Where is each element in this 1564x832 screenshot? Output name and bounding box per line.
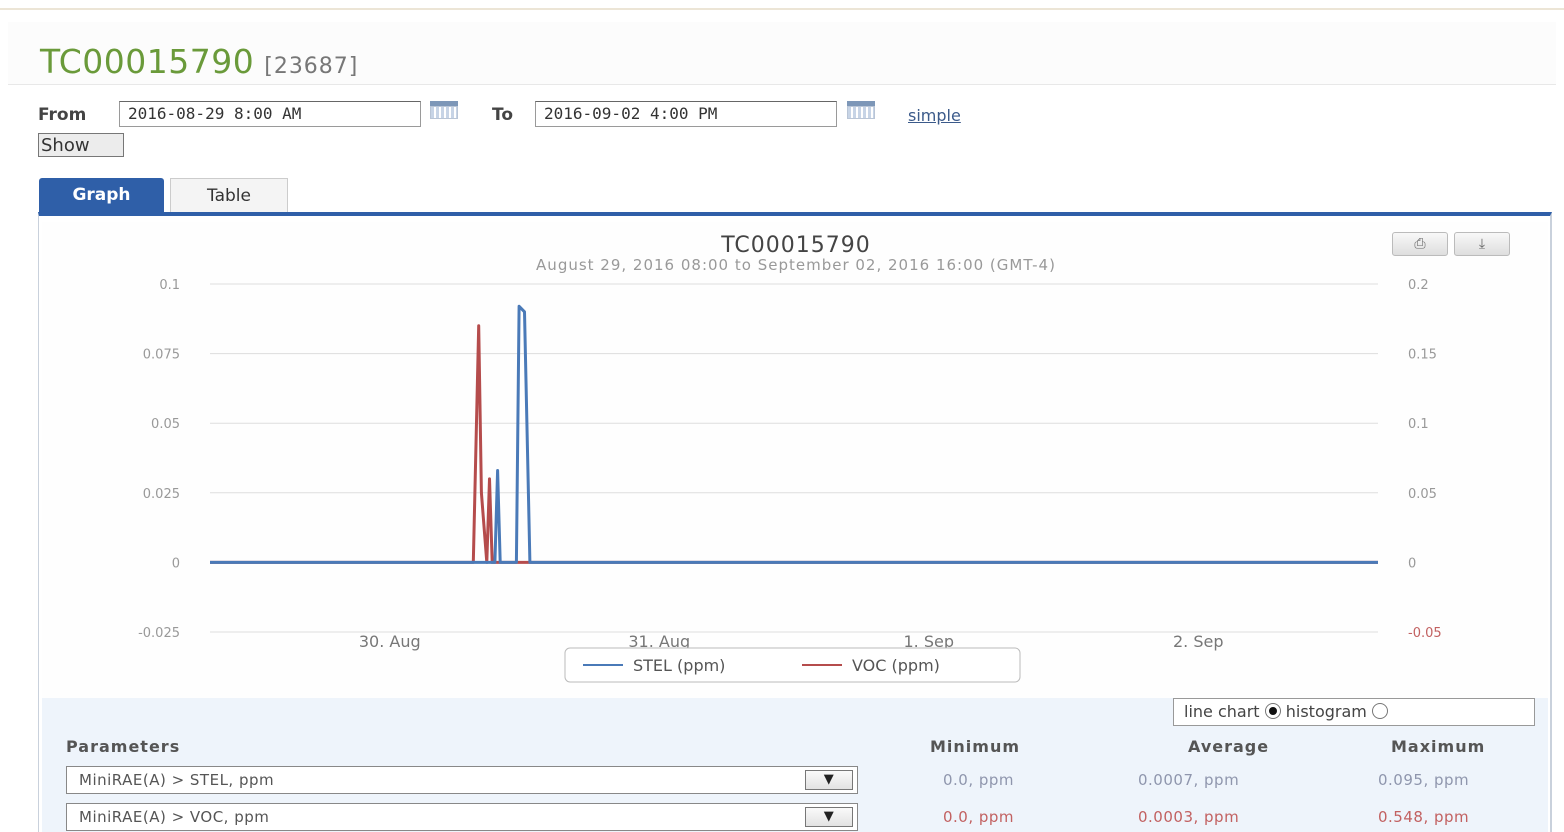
chart-title: TC00015790 <box>720 233 871 258</box>
y-right-tick-label: -0.05 <box>1408 626 1442 641</box>
device-id: [23687] <box>264 54 359 79</box>
calendar-icon[interactable] <box>430 101 458 119</box>
parameter-select-voc[interactable]: MiniRAE(A) > VOC, ppm ▼ <box>66 803 858 831</box>
stel-max: 0.095, ppm <box>1378 771 1470 789</box>
show-button[interactable]: Show <box>38 133 124 157</box>
x-tick-label: 2. Sep <box>1173 632 1224 651</box>
line-chart: TC00015790 August 29, 2016 08:00 to Sept… <box>138 233 1442 683</box>
series-line-stel <box>210 304 1378 564</box>
histogram-radio[interactable] <box>1371 703 1388 719</box>
stel-avg: 0.0007, ppm <box>1138 771 1240 789</box>
chevron-down-icon[interactable]: ▼ <box>805 807 853 827</box>
parameters-header: Parameters <box>66 737 181 756</box>
printer-icon: ⎙ <box>1414 236 1426 252</box>
from-date-input[interactable]: 2016-08-29 8:00 AM <box>119 101 421 127</box>
download-button[interactable]: ⤓ <box>1454 232 1510 256</box>
download-icon: ⤓ <box>1478 236 1486 252</box>
y-left-tick-label: 0.05 <box>151 417 180 432</box>
y-left-tick-label: 0.075 <box>143 348 180 363</box>
chart-area: TC00015790 August 29, 2016 08:00 to Sept… <box>42 222 1548 698</box>
y-left-tick-label: 0.1 <box>159 278 180 293</box>
calendar-icon[interactable] <box>847 101 875 119</box>
y-axis-left: 0.1 0.075 0.05 0.025 0 -0.025 <box>138 278 180 641</box>
y-right-tick-label: 0.15 <box>1408 348 1437 363</box>
stel-min: 0.0, ppm <box>943 771 1015 789</box>
from-label: From <box>38 105 87 125</box>
y-axis-right: 0.2 0.15 0.1 0.05 0 -0.05 <box>1408 278 1442 641</box>
page-title: TC00015790 [23687] <box>40 42 358 81</box>
grid-lines <box>210 283 1378 633</box>
y-left-tick-label: -0.025 <box>138 626 180 641</box>
minimum-header: Minimum <box>930 737 1021 756</box>
top-rule <box>0 8 1564 10</box>
histogram-label: histogram <box>1285 702 1367 721</box>
y-right-tick-label: 0.05 <box>1408 487 1437 502</box>
chart-subtitle: August 29, 2016 08:00 to September 02, 2… <box>536 256 1056 274</box>
chevron-down-icon[interactable]: ▼ <box>805 770 853 790</box>
y-right-tick-label: 0 <box>1408 556 1416 571</box>
parameter-value: MiniRAE(A) > VOC, ppm <box>79 808 270 826</box>
y-right-tick-label: 0.2 <box>1408 278 1429 293</box>
voc-min: 0.0, ppm <box>943 808 1015 826</box>
chart-type-selector: line chart histogram <box>1173 698 1535 726</box>
maximum-header: Maximum <box>1391 737 1486 756</box>
x-tick-label: 30. Aug <box>359 632 421 651</box>
to-label: To <box>492 105 514 125</box>
parameter-value: MiniRAE(A) > STEL, ppm <box>79 771 275 789</box>
print-button[interactable]: ⎙ <box>1392 232 1448 256</box>
chart-legend[interactable]: STEL (ppm) VOC (ppm) <box>564 647 1021 683</box>
average-header: Average <box>1188 737 1270 756</box>
simple-link[interactable]: simple <box>908 106 961 125</box>
series-line-voc <box>210 324 1378 564</box>
voc-max: 0.548, ppm <box>1378 808 1470 826</box>
to-date-input[interactable]: 2016-09-02 4:00 PM <box>535 101 837 127</box>
legend-item-stel[interactable]: STEL (ppm) <box>633 656 725 675</box>
line-chart-radio[interactable] <box>1264 703 1281 719</box>
y-left-tick-label: 0.025 <box>143 487 180 502</box>
voc-avg: 0.0003, ppm <box>1138 808 1240 826</box>
tab-table[interactable]: Table <box>170 178 288 212</box>
device-title: TC00015790 <box>40 42 255 81</box>
header-divider <box>8 84 1556 85</box>
chart-series <box>210 304 1378 564</box>
tab-graph[interactable]: Graph <box>39 178 164 212</box>
legend-item-voc[interactable]: VOC (ppm) <box>852 656 940 675</box>
y-left-tick-label: 0 <box>172 556 180 571</box>
parameter-select-stel[interactable]: MiniRAE(A) > STEL, ppm ▼ <box>66 766 858 794</box>
line-chart-label: line chart <box>1184 702 1260 721</box>
y-right-tick-label: 0.1 <box>1408 417 1429 432</box>
